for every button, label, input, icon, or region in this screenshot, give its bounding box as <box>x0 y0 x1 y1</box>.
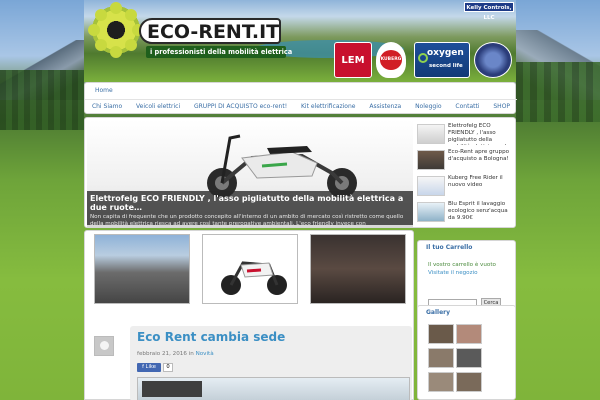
photo-interior[interactable] <box>310 234 406 304</box>
slide-caption-excerpt: Non capita di frequente che un prodotto … <box>90 214 404 227</box>
slider-thumb[interactable]: Kuberg Free Rider il nuovo video <box>415 174 513 198</box>
gallery-thumb[interactable] <box>428 324 454 344</box>
site-logo[interactable]: ECO-RENT.IT <box>139 18 281 44</box>
electric-scooter-image <box>207 134 357 198</box>
brand-logo-emblem[interactable] <box>474 42 512 78</box>
post-image-sign <box>142 381 202 397</box>
brand-oxygen-sublabel: second life <box>429 63 463 69</box>
photo-scooter[interactable] <box>202 234 298 304</box>
post-image[interactable] <box>137 377 410 400</box>
thumb-image <box>417 124 445 144</box>
nav-item-shop[interactable]: SHOP <box>493 100 510 113</box>
page-wrapper: ECO-RENT.IT i professionisti della mobil… <box>84 0 517 400</box>
nav-item-assistenza[interactable]: Assistenza <box>369 100 401 113</box>
cart-shop-link[interactable]: Visitate il negozio <box>428 270 478 276</box>
post-entry: Eco Rent cambia sede febbraio 21, 2016 i… <box>130 326 412 400</box>
brand-logo-kuberg[interactable]: KUBERG <box>376 42 406 78</box>
gallery-thumb[interactable] <box>428 348 454 368</box>
gallery-thumb[interactable] <box>456 372 482 392</box>
nav-item-noleggio[interactable]: Noleggio <box>415 100 441 113</box>
cart-widget: Il tuo Carrello Il vostro carrello è vuo… <box>417 240 516 310</box>
nav-home-link[interactable]: Home <box>95 87 113 94</box>
brand-kuberg-label: KUBERG <box>380 50 402 70</box>
nav-item-veicoli-elettrici[interactable]: Veicoli elettrici <box>136 100 180 113</box>
right-sidebar: Il tuo Carrello Il vostro carrello è vuo… <box>417 230 516 400</box>
brand-logo-oxygen[interactable]: oxygen second life <box>414 42 470 78</box>
scooter-photo-image <box>221 261 287 295</box>
post-date: febbraio 21, 2016 <box>137 351 187 357</box>
post-title[interactable]: Eco Rent cambia sede <box>137 330 285 344</box>
logo-text: ECO-RENT.IT <box>147 21 280 43</box>
post-category-link[interactable]: Novità <box>196 351 214 357</box>
slider-thumb-title: Elettrofelg ECO FRIENDLY , l'asso piglia… <box>448 123 513 145</box>
slider-thumb[interactable]: Elettrofelg ECO FRIENDLY , l'asso piglia… <box>415 122 513 146</box>
mountain-scenery-left <box>0 40 84 100</box>
gallery-widget-title: Gallery <box>426 309 451 316</box>
post-meta: febbraio 21, 2016 in Novità <box>137 351 214 357</box>
nav-item-gruppi-di-acquisto[interactable]: GRUPPI DI ACQUISTO eco-rent! <box>194 100 287 113</box>
kelly-controls-badge[interactable]: Kelly Controls, LLC <box>464 2 514 21</box>
gallery-thumb[interactable] <box>428 372 454 392</box>
facebook-like-button[interactable]: f Like <box>137 363 161 372</box>
cart-empty-label: Il vostro carrello è vuoto <box>428 262 496 268</box>
gallery-thumb[interactable] <box>456 324 482 344</box>
main-content: Eco Rent cambia sede febbraio 21, 2016 i… <box>84 230 414 400</box>
forest-scenery-left <box>0 70 84 130</box>
gear-logo-icon[interactable] <box>88 2 144 58</box>
featured-slider: Elettrofelg ECO FRIENDLY , l'asso piglia… <box>84 117 516 228</box>
slider-thumb-title: Blu Esprit il lavaggio ecologico senz'ac… <box>448 201 508 221</box>
brand-logo-lem[interactable]: LEM <box>334 42 372 78</box>
nav-item-kit-elettrificazione[interactable]: Kit elettrificazione <box>301 100 356 113</box>
slide-caption: Elettrofelg ECO FRIENDLY , l'asso piglia… <box>87 191 413 227</box>
slider-thumb[interactable]: Blu Esprit il lavaggio ecologico senz'ac… <box>415 200 513 224</box>
like-count: 0 <box>163 363 173 372</box>
gallery-thumb[interactable] <box>456 348 482 368</box>
forest-scenery-right <box>516 62 600 122</box>
slider-thumb-title: Kuberg Free Rider il nuovo video <box>448 175 503 188</box>
thumb-image <box>417 176 445 196</box>
cart-widget-title: Il tuo Carrello <box>426 244 473 251</box>
gallery-widget: Gallery <box>417 305 516 400</box>
site-tagline: i professionisti della mobilità elettric… <box>146 46 292 58</box>
photo-strip <box>94 234 407 304</box>
brand-oxygen-label: oxygen <box>427 48 464 58</box>
post-in-label: in <box>188 351 194 357</box>
photo-street[interactable] <box>94 234 190 304</box>
thumb-image <box>417 150 445 170</box>
nav-menu: Chi Siamo Veicoli elettrici GRUPPI DI AC… <box>85 99 517 113</box>
nav-item-contatti[interactable]: Contatti <box>455 100 479 113</box>
main-navigation: Home Chi Siamo Veicoli elettrici GRUPPI … <box>84 82 517 114</box>
author-avatar <box>94 336 114 356</box>
mountain-scenery-right <box>516 30 600 100</box>
site-header: ECO-RENT.IT i professionisti della mobil… <box>84 0 516 82</box>
slide-caption-title[interactable]: Elettrofelg ECO FRIENDLY , l'asso piglia… <box>90 194 410 212</box>
slider-thumbnails: Elettrofelg ECO FRIENDLY , l'asso piglia… <box>415 120 513 227</box>
slider-thumb[interactable]: Eco-Rent apre gruppo d'acquisto a Bologn… <box>415 148 513 172</box>
cart-empty-text: Il vostro carrello è vuoto Visitate il n… <box>428 261 512 277</box>
thumb-image <box>417 202 445 222</box>
slider-thumb-title: Eco-Rent apre gruppo d'acquisto a Bologn… <box>448 149 510 162</box>
nav-item-chi-siamo[interactable]: Chi Siamo <box>92 100 122 113</box>
